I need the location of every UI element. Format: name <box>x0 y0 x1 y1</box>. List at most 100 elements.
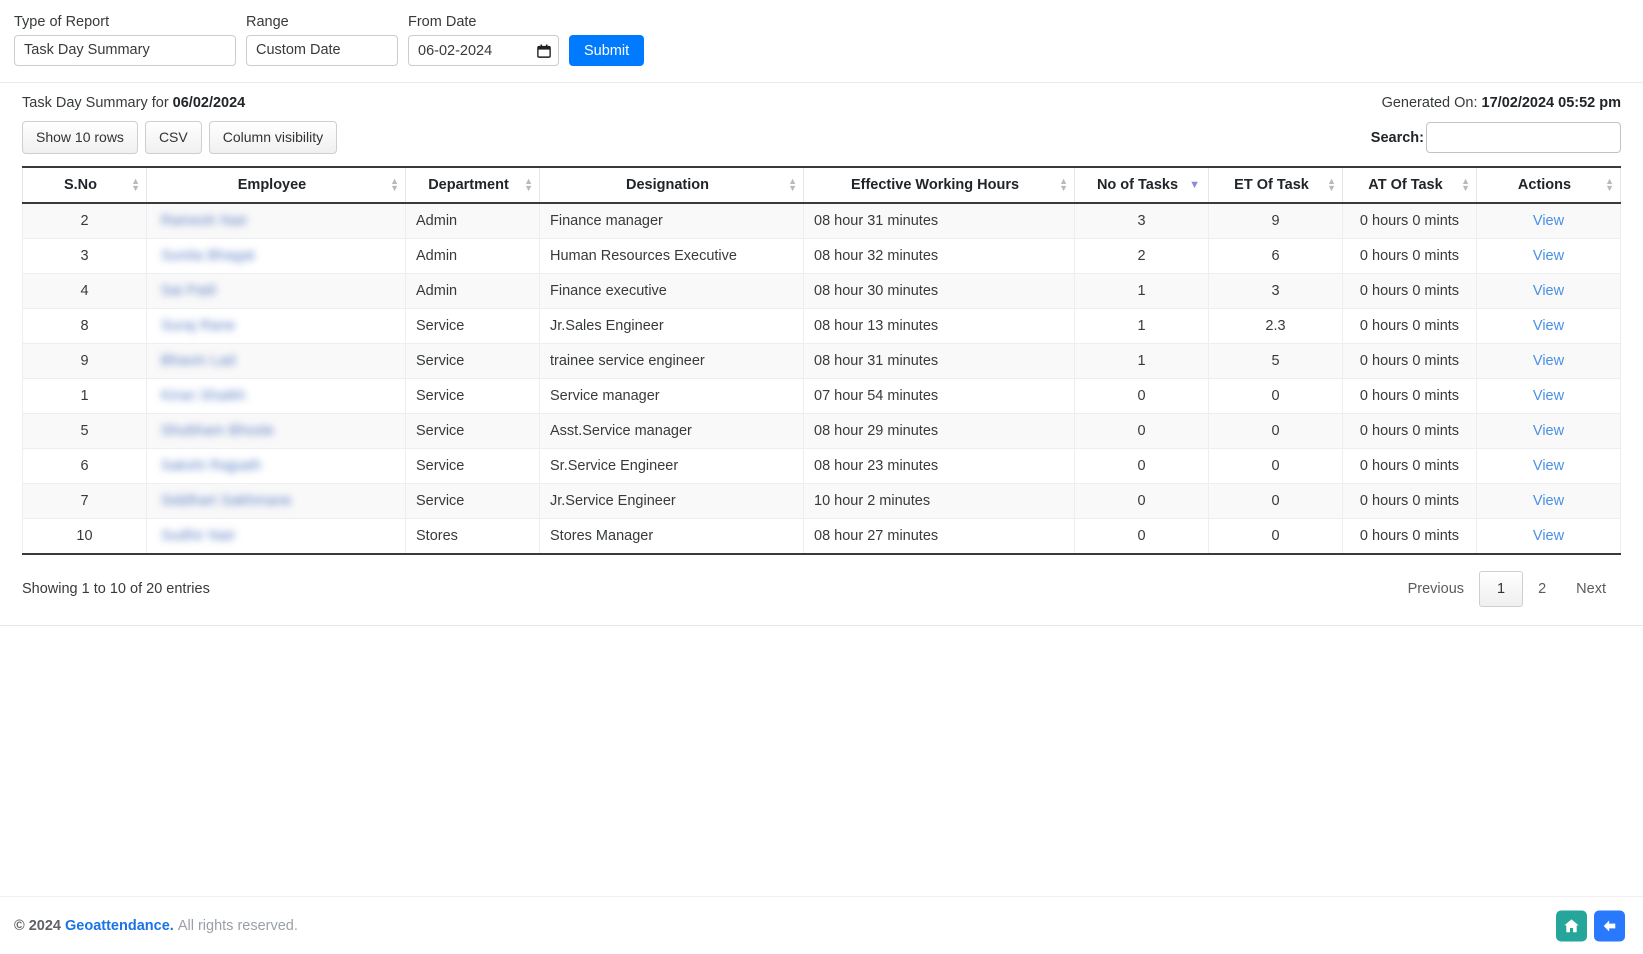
report-type-select-wrap: Task Day Summary <box>14 35 236 67</box>
back-button[interactable] <box>1594 910 1625 941</box>
cell-at-of-task: 0 hours 0 mints <box>1342 202 1477 239</box>
report-type-field: Type of Report Task Day Summary <box>14 14 236 67</box>
cell-sno: 10 <box>22 518 147 556</box>
pagination-page-1[interactable]: 1 <box>1479 571 1524 608</box>
cell-actions-value[interactable]: View <box>1533 528 1564 544</box>
cell-sno: 4 <box>22 273 147 309</box>
cell-no-of-tasks-value: 3 <box>1137 213 1146 230</box>
cell-actions-value[interactable]: View <box>1533 318 1564 334</box>
pagination-page-2[interactable]: 2 <box>1523 571 1561 607</box>
cell-no-of-tasks: 1 <box>1074 343 1209 379</box>
cell-department: Service <box>405 413 540 449</box>
cell-sno-value: 1 <box>80 388 89 405</box>
report-title-date: 06/02/2024 <box>172 95 246 112</box>
cell-et-of-task: 0 <box>1208 448 1343 484</box>
cell-et-of-task: 0 <box>1208 518 1343 556</box>
cell-at-of-task: 0 hours 0 mints <box>1342 413 1477 449</box>
cell-designation: Finance manager <box>539 202 804 239</box>
col-header-at-of-task[interactable]: AT Of Task ▲ ▼ <box>1342 166 1477 205</box>
cell-no-of-tasks: 1 <box>1074 308 1209 344</box>
footer-rights: All rights reserved. <box>177 917 298 934</box>
sort-icon-at-of-task[interactable]: ▲ ▼ <box>1461 177 1470 193</box>
sort-icon-et-of-task[interactable]: ▲ ▼ <box>1327 177 1336 193</box>
cell-actions-value[interactable]: View <box>1533 353 1564 369</box>
cell-effective-working-hours: 08 hour 23 minutes <box>803 448 1075 484</box>
from-date-input[interactable] <box>408 35 559 67</box>
submit-button[interactable]: Submit <box>569 35 645 67</box>
col-header-actions[interactable]: Actions ▲ ▼ <box>1476 166 1621 205</box>
cell-actions[interactable]: View <box>1476 448 1621 484</box>
cell-effective-working-hours: 08 hour 31 minutes <box>803 202 1075 239</box>
col-header-effective-working-hours[interactable]: Effective Working Hours ▲ ▼ <box>803 166 1075 205</box>
cell-department: Service <box>405 448 540 484</box>
sort-icon-effective-working-hours[interactable]: ▲ ▼ <box>1059 177 1068 193</box>
cell-effective-working-hours-value: 08 hour 31 minutes <box>814 213 939 230</box>
home-button[interactable] <box>1556 910 1587 941</box>
col-header-designation[interactable]: Designation ▲ ▼ <box>539 166 804 205</box>
cell-actions-value[interactable]: View <box>1533 248 1564 264</box>
cell-actions[interactable]: View <box>1476 202 1621 239</box>
from-date-label: From Date <box>408 14 477 30</box>
table-head: S.No ▲ ▼ Employee ▲ ▼ Department ▲ ▼ Design… <box>22 166 1621 205</box>
search-input[interactable] <box>1426 122 1621 154</box>
table-row: 10 Sudhir Nair Stores Stores Manager 08 hour… <box>22 518 1621 556</box>
cell-effective-working-hours: 07 hour 54 minutes <box>803 378 1075 414</box>
footer-brand[interactable]: Geoattendance. <box>65 918 174 934</box>
range-select[interactable]: Custom Date <box>246 35 398 67</box>
col-header-designation-label: Designation <box>626 177 709 194</box>
cell-actions[interactable]: View <box>1476 273 1621 309</box>
pagination-next[interactable]: Next <box>1561 571 1621 607</box>
cell-department-value: Service <box>416 353 465 370</box>
range-field: Range Custom Date <box>246 14 398 67</box>
cell-actions[interactable]: View <box>1476 238 1621 274</box>
sort-icon-no-of-tasks-desc[interactable]: ▼ <box>1189 179 1200 191</box>
col-header-department[interactable]: Department ▲ ▼ <box>405 166 540 205</box>
cell-actions-value[interactable]: View <box>1533 283 1564 299</box>
cell-actions[interactable]: View <box>1476 378 1621 414</box>
col-header-et-of-task[interactable]: ET Of Task ▲ ▼ <box>1208 166 1343 205</box>
cell-designation-value: Sr.Service Engineer <box>550 458 679 475</box>
col-header-employee[interactable]: Employee ▲ ▼ <box>146 166 406 205</box>
cell-et-of-task-value: 0 <box>1271 458 1280 475</box>
cell-actions[interactable]: View <box>1476 483 1621 519</box>
cell-department-value: Admin <box>416 283 458 300</box>
col-header-department-label: Department <box>428 177 509 194</box>
generated-on-value: 17/02/2024 05:52 pm <box>1481 95 1621 112</box>
col-header-sno[interactable]: S.No ▲ ▼ <box>22 166 147 205</box>
sort-icon-employee[interactable]: ▲ ▼ <box>390 177 399 193</box>
sort-icon-actions[interactable]: ▲ ▼ <box>1605 177 1614 193</box>
cell-actions-value[interactable]: View <box>1533 458 1564 474</box>
sort-icon-sno[interactable]: ▲ ▼ <box>131 177 140 193</box>
show-rows-button[interactable]: Show 10 rows <box>22 121 138 155</box>
cell-designation: Service manager <box>539 378 804 414</box>
cell-actions-value[interactable]: View <box>1533 388 1564 404</box>
cell-employee-value: Kiran Shaikh <box>161 388 246 405</box>
cell-sno: 1 <box>22 378 147 414</box>
search-label: Search: <box>1370 129 1424 146</box>
cell-effective-working-hours: 08 hour 13 minutes <box>803 308 1075 344</box>
pagination-previous[interactable]: Previous <box>1393 571 1479 607</box>
cell-actions[interactable]: View <box>1476 413 1621 449</box>
floating-action-buttons <box>1556 910 1625 941</box>
cell-actions[interactable]: View <box>1476 343 1621 379</box>
cell-effective-working-hours-value: 08 hour 31 minutes <box>814 353 939 370</box>
col-header-actions-label: Actions <box>1517 177 1572 194</box>
col-header-no-of-tasks[interactable]: No of Tasks ▼ <box>1074 166 1209 205</box>
cell-actions-value[interactable]: View <box>1533 493 1564 509</box>
cell-designation: Jr.Service Engineer <box>539 483 804 519</box>
csv-export-button[interactable]: CSV <box>144 121 202 155</box>
sort-icon-department[interactable]: ▲ ▼ <box>524 177 533 193</box>
cell-actions[interactable]: View <box>1476 518 1621 556</box>
cell-no-of-tasks-value: 0 <box>1137 388 1146 405</box>
sort-icon-designation[interactable]: ▲ ▼ <box>788 177 797 193</box>
column-visibility-button[interactable]: Column visibility <box>208 121 338 155</box>
cell-et-of-task-value: 2.3 <box>1265 318 1286 335</box>
cell-at-of-task: 0 hours 0 mints <box>1342 238 1477 274</box>
cell-actions-value[interactable]: View <box>1533 423 1564 439</box>
cell-no-of-tasks-value: 1 <box>1137 318 1146 335</box>
cell-at-of-task-value: 0 hours 0 mints <box>1359 423 1460 440</box>
cell-actions-value[interactable]: View <box>1533 213 1564 229</box>
cell-designation: Finance executive <box>539 273 804 309</box>
cell-actions[interactable]: View <box>1476 308 1621 344</box>
report-type-select[interactable]: Task Day Summary <box>14 35 236 67</box>
